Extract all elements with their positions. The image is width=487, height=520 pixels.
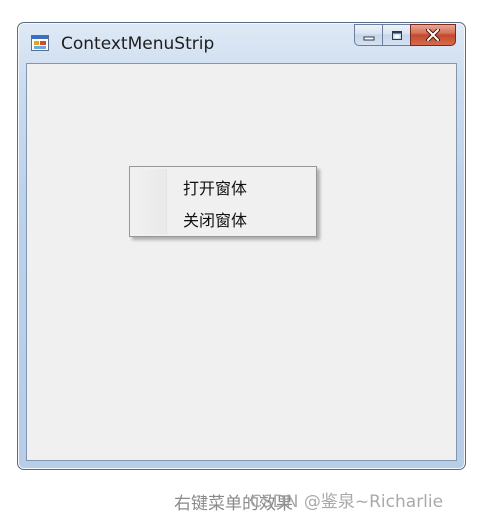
app-icon[interactable] bbox=[31, 35, 49, 51]
menu-item-close-form[interactable]: 关闭窗体 bbox=[132, 202, 314, 232]
maximize-button[interactable] bbox=[382, 24, 410, 46]
maximize-icon bbox=[391, 26, 403, 45]
watermark: CSDN @鉴泉~Richarlie bbox=[250, 492, 444, 512]
minimize-icon bbox=[363, 26, 375, 45]
app-window: ContextMenuStrip bbox=[17, 22, 466, 470]
close-button[interactable] bbox=[410, 24, 456, 46]
title-bar[interactable]: ContextMenuStrip bbox=[18, 23, 465, 63]
close-icon bbox=[426, 26, 440, 45]
window-title: ContextMenuStrip bbox=[61, 34, 215, 54]
menu-item-label: 打开窗体 bbox=[183, 179, 248, 198]
context-menu: 打开窗体 关闭窗体 bbox=[129, 166, 317, 237]
form-client-area[interactable] bbox=[26, 63, 457, 461]
menu-item-label: 关闭窗体 bbox=[183, 211, 248, 230]
caption-buttons bbox=[354, 24, 456, 46]
menu-item-open-form[interactable]: 打开窗体 bbox=[132, 170, 314, 200]
minimize-button[interactable] bbox=[354, 24, 382, 46]
